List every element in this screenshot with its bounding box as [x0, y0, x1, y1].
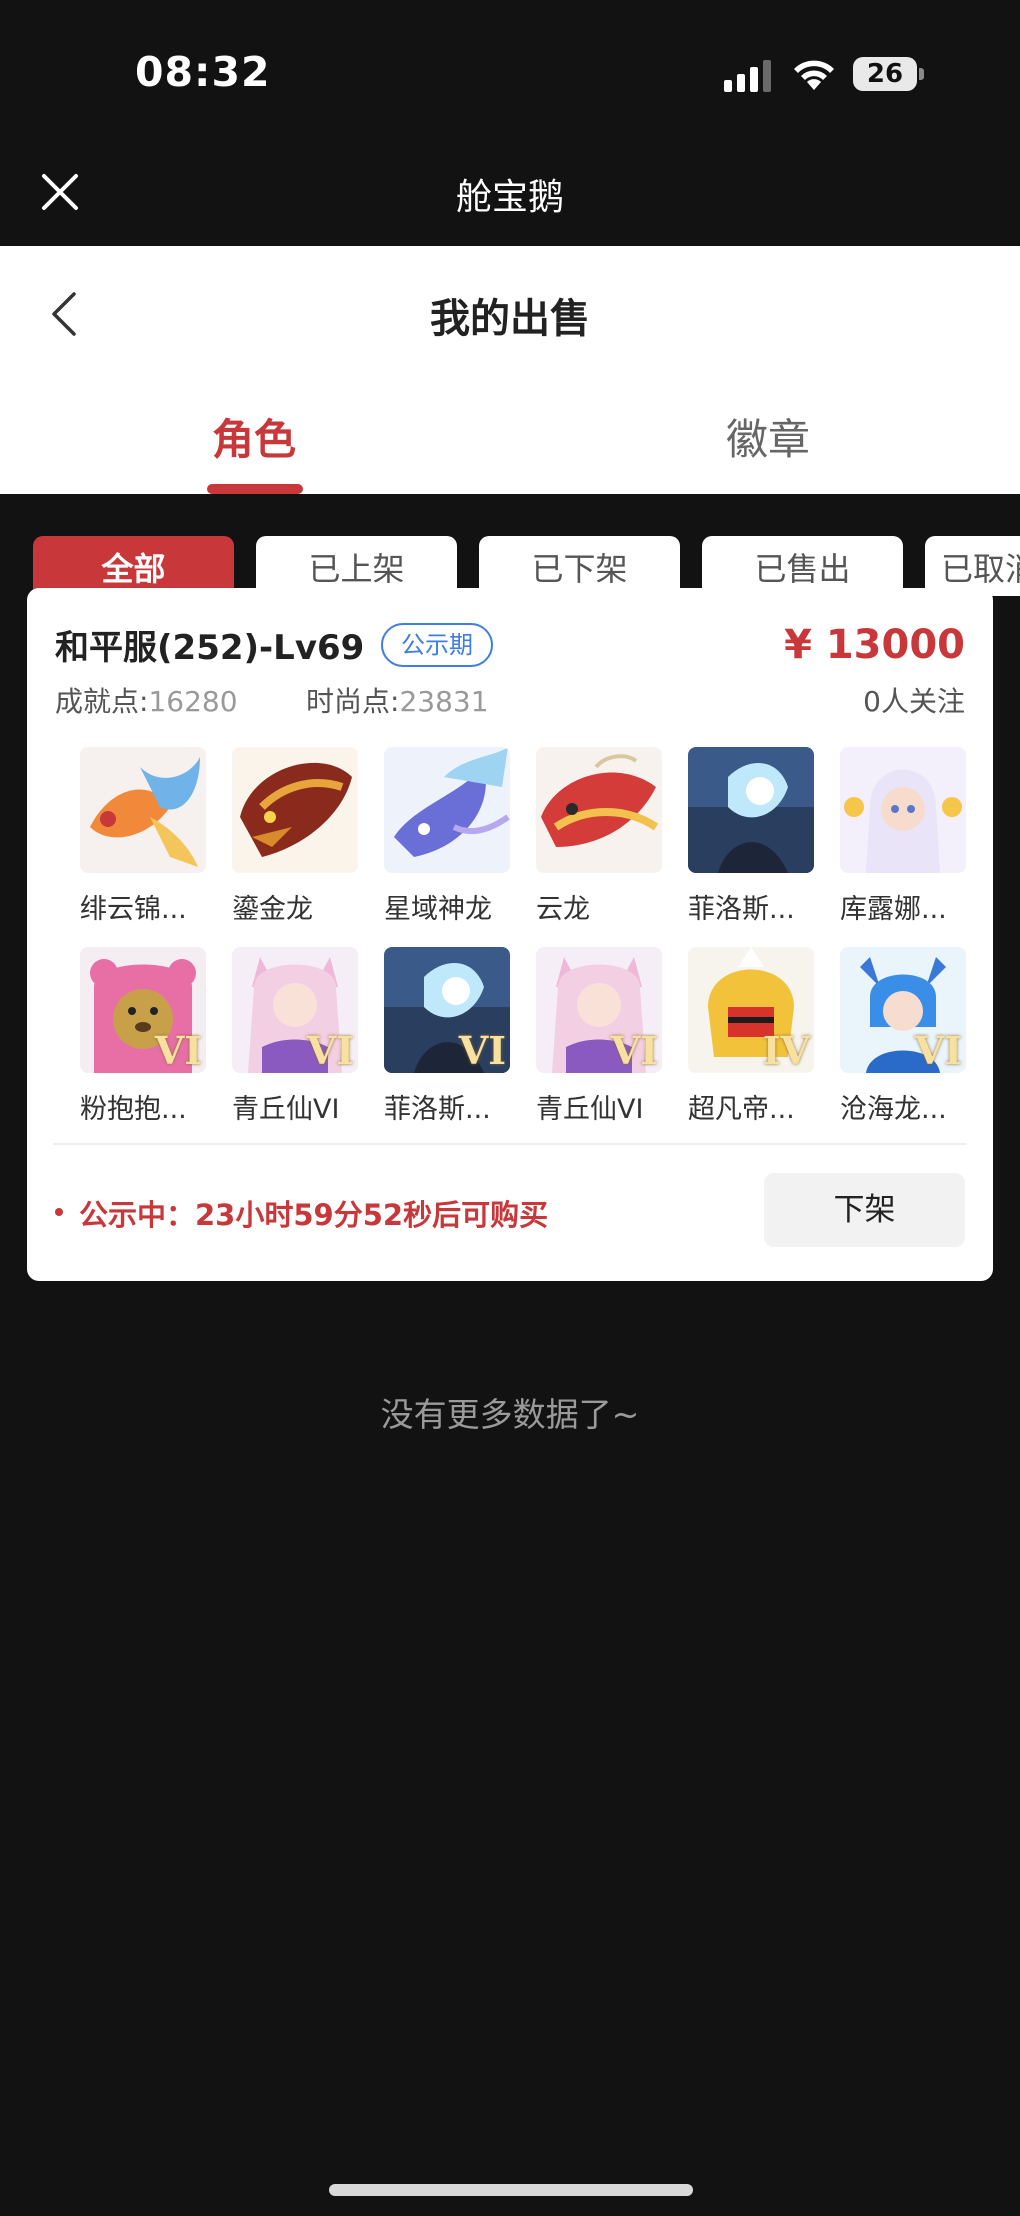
item-name: 星域神龙	[384, 894, 492, 925]
status-bar: 08:32 26	[0, 0, 1020, 150]
filter-all[interactable]: 全部	[33, 536, 234, 596]
item-thumbnail	[384, 747, 510, 873]
item-thumbnail	[688, 747, 814, 873]
filter-sold[interactable]: 已售出	[702, 536, 903, 596]
item-name: 鎏金龙	[232, 894, 313, 925]
tab-roles[interactable]: 角色	[212, 406, 296, 467]
status-time: 08:32	[135, 48, 271, 96]
fashion-label: 时尚点:	[306, 685, 400, 718]
ice-knight-image	[688, 747, 814, 873]
card-divider	[53, 1143, 967, 1145]
achievement-value: 16280	[148, 685, 238, 718]
tier-badge: VI	[610, 1028, 658, 1073]
item-name: 超凡帝...	[688, 1094, 795, 1125]
item-thumbnail	[840, 747, 966, 873]
listing-card[interactable]: 和平服(252)-Lv69 公示期 ¥ 13000 成就点:16280 时尚点:…	[27, 588, 993, 1281]
page-header: 我的出售 角色 徽章	[0, 246, 1020, 494]
follower-count: 0人关注	[863, 685, 965, 718]
item-name: 青丘仙VI	[232, 1094, 340, 1125]
battery-level: 26	[866, 59, 904, 89]
tier-badge: VI	[914, 1028, 962, 1073]
item-thumbnail	[536, 747, 662, 873]
listing-price: ¥ 13000	[784, 622, 965, 668]
star-dragon-image	[384, 747, 510, 873]
filter-listed[interactable]: 已上架	[256, 536, 457, 596]
app-header: 舱宝鹅	[0, 150, 1020, 246]
item-thumbnail	[80, 747, 206, 873]
tier-badge: VI	[458, 1028, 506, 1073]
status-badge: 公示期	[381, 623, 493, 667]
page-title: 我的出售	[430, 296, 590, 342]
achievement-points: 成就点:16280	[55, 680, 238, 720]
app-title: 舱宝鹅	[455, 177, 564, 218]
item-name: 青丘仙VI	[536, 1094, 644, 1125]
golden-dragon-image	[232, 747, 358, 873]
white-haired-character-image	[840, 747, 966, 873]
item-name: 菲洛斯...	[384, 1094, 491, 1125]
delist-button[interactable]: 下架	[764, 1173, 965, 1247]
item-name: 云龙	[536, 894, 590, 925]
tier-badge: VI	[154, 1028, 202, 1073]
wifi-icon	[794, 60, 834, 90]
item-name: 绯云锦...	[80, 894, 187, 925]
tab-badges[interactable]: 徽章	[726, 406, 810, 467]
achievement-label: 成就点:	[55, 685, 149, 718]
item-thumbnail	[232, 747, 358, 873]
item-thumbnail: VI	[384, 947, 510, 1073]
status-filter-bar: 全部 已上架 已下架 已售出 已取消	[0, 536, 1020, 596]
item-thumbnail: VI	[536, 947, 662, 1073]
item-name: 菲洛斯...	[688, 894, 795, 925]
filter-delisted[interactable]: 已下架	[479, 536, 680, 596]
public-period-notice: 公示中：23小时59分52秒后可购买	[79, 1198, 549, 1232]
active-tab-indicator	[207, 484, 303, 494]
home-indicator[interactable]	[329, 2184, 693, 2196]
item-name: 库露娜...	[840, 894, 947, 925]
item-thumbnail: VI	[80, 947, 206, 1073]
notice-dot	[55, 1208, 63, 1216]
battery-indicator: 26	[853, 57, 925, 91]
cellular-signal-icon	[724, 60, 771, 92]
filter-cancelled[interactable]: 已取消	[925, 536, 1020, 596]
cloud-dragon-image	[536, 747, 662, 873]
fashion-value: 23831	[399, 685, 489, 718]
item-thumbnail: VI	[840, 947, 966, 1073]
end-of-list-text: 没有更多数据了~	[380, 1395, 640, 1434]
item-thumbnail: IV	[688, 947, 814, 1073]
tier-badge: IV	[762, 1028, 810, 1073]
item-name: 沧海龙...	[840, 1094, 947, 1125]
item-name: 粉抱抱...	[80, 1094, 187, 1125]
item-thumbnail: VI	[232, 947, 358, 1073]
tier-badge: VI	[306, 1028, 354, 1073]
fashion-points: 时尚点:23831	[306, 680, 489, 720]
goldfish-mount-image	[80, 747, 206, 873]
listing-title: 和平服(252)-Lv69	[55, 628, 365, 668]
battery-cap	[919, 68, 924, 80]
